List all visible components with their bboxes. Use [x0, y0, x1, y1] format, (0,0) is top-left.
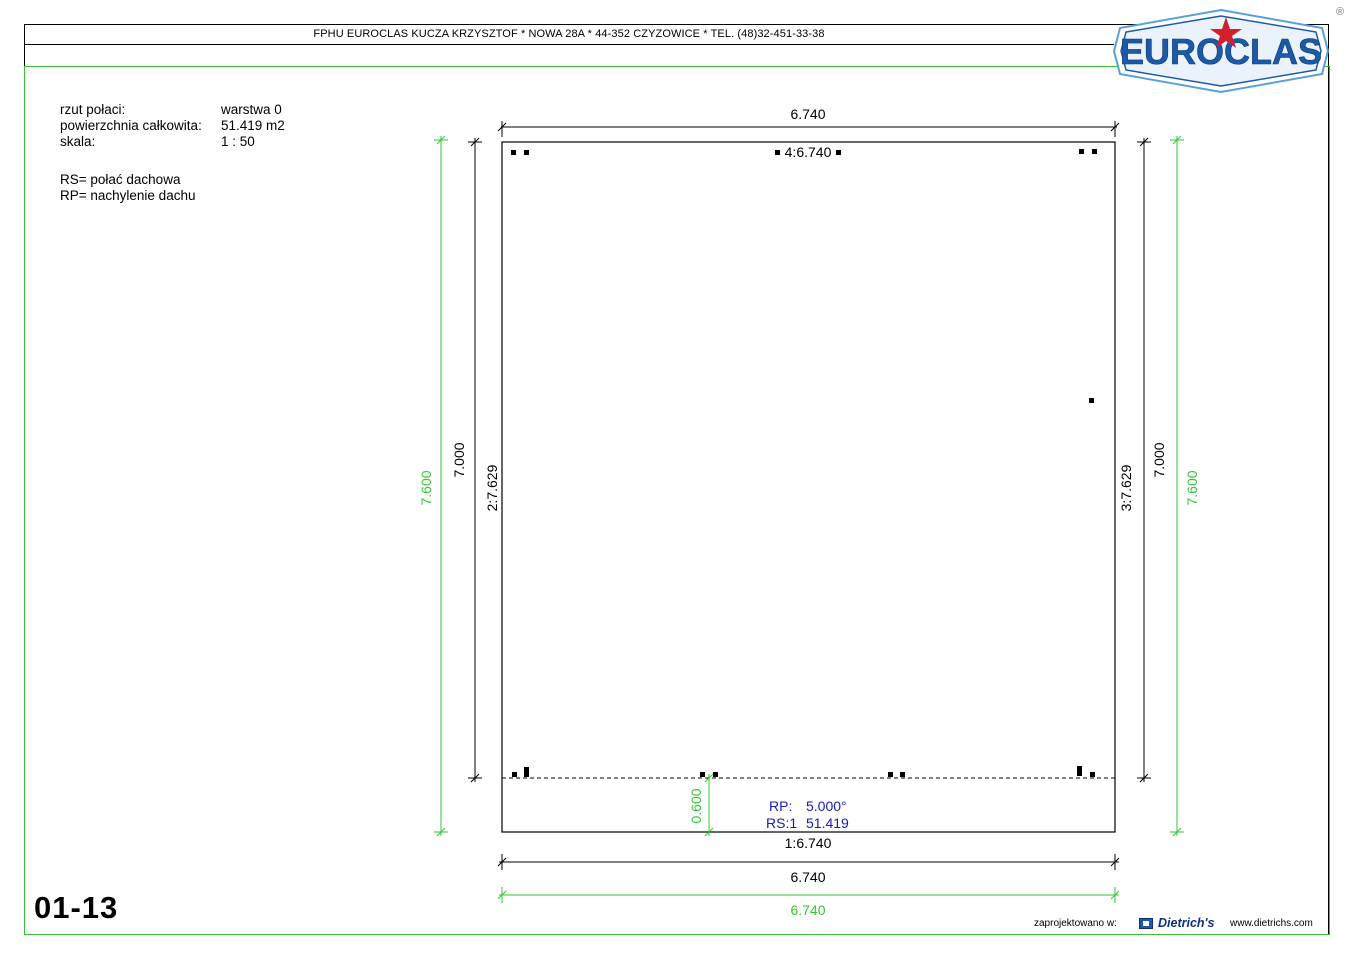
rp-value: 5.000° — [806, 798, 847, 814]
dim-bottom-black: 6.740 — [497, 854, 1120, 885]
edge-label-right: 3:7.629 — [1118, 464, 1134, 511]
marker — [888, 772, 893, 777]
dim-right-black-label: 7.000 — [1151, 442, 1167, 477]
dim-bottom-black-label: 6.740 — [790, 869, 825, 885]
dietrichs-url[interactable]: www.dietrichs.com — [1230, 918, 1313, 929]
marker — [713, 772, 718, 777]
marker — [1079, 149, 1084, 154]
marker — [511, 150, 516, 155]
edge-label-bottom: 1:6.740 — [785, 835, 832, 851]
marker — [836, 150, 841, 155]
designed-in-label: zaprojektowano w: — [1034, 918, 1117, 929]
edge-label-top: 4:6.740 — [785, 144, 832, 160]
marker — [1089, 398, 1094, 403]
marker — [524, 150, 529, 155]
dim-bottom-green: 6.740 — [497, 887, 1120, 918]
dim-overhang-label: 0.600 — [688, 788, 704, 823]
marker — [700, 772, 705, 777]
marker — [775, 150, 780, 155]
dietrichs-brand: Dietrich's — [1158, 916, 1215, 930]
dim-left-green: 7.600 — [418, 135, 448, 837]
marker — [1077, 766, 1082, 771]
rp-label: RP: — [769, 798, 792, 814]
marker — [1077, 771, 1082, 776]
rs-label: RS:1 — [766, 815, 797, 831]
marker — [900, 772, 905, 777]
dim-left-black: 7.000 — [451, 137, 482, 783]
marker — [512, 772, 517, 777]
dim-overhang: 0.600 — [688, 773, 714, 837]
edge-label-left: 2:7.629 — [484, 464, 500, 511]
dim-right-black: 7.000 — [1137, 137, 1167, 783]
dim-left-black-label: 7.000 — [451, 442, 467, 477]
roof-plan-drawing: 6.740 6.740 6.740 7.600 7.000 2:7.629 7.… — [418, 106, 1200, 918]
dietrichs-icon — [1139, 918, 1153, 929]
marker — [524, 767, 529, 772]
roof-outline — [501, 141, 1116, 833]
dim-right-green: 7.600 — [1170, 135, 1200, 837]
rs-value: 51.419 — [806, 815, 849, 831]
marker — [524, 772, 529, 777]
sheet-number: 01-13 — [34, 890, 119, 925]
dim-top: 6.740 — [497, 106, 1120, 137]
reference-markers — [511, 149, 1097, 777]
dim-right-green-label: 7.600 — [1184, 470, 1200, 505]
dim-top-label: 6.740 — [790, 106, 825, 122]
dim-bottom-green-label: 6.740 — [790, 902, 825, 918]
marker — [1090, 772, 1095, 777]
marker — [1092, 149, 1097, 154]
dim-left-green-label: 7.600 — [418, 470, 434, 505]
